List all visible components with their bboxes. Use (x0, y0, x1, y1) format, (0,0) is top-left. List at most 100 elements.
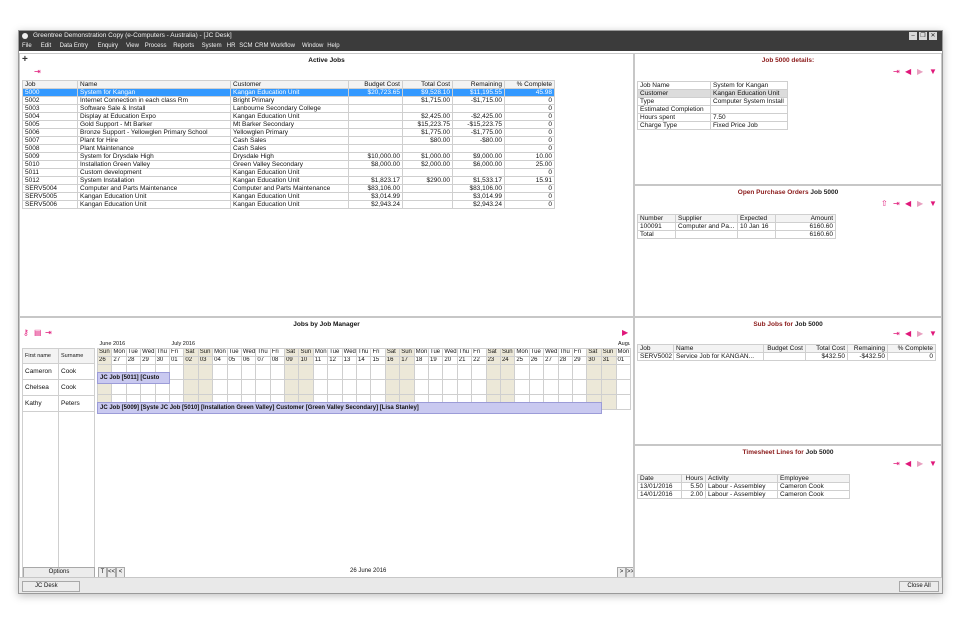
timesheet-row[interactable]: 13/01/2016 5.50 Labour - Assembley Cameron … (637, 482, 850, 491)
gantt-cell[interactable] (269, 379, 286, 395)
job-col-header[interactable]: Remaining (452, 80, 505, 89)
restore-button[interactable]: ❐ (919, 32, 927, 40)
timesheet-col-header[interactable]: Activity (705, 474, 778, 483)
gantt-cell[interactable] (197, 364, 214, 380)
gantt-cell[interactable] (183, 364, 199, 380)
gantt-cell[interactable] (543, 379, 559, 395)
menu-item-edit[interactable]: Edit (41, 41, 51, 51)
gantt-cell[interactable] (499, 364, 516, 380)
gantt-cell[interactable] (384, 379, 401, 395)
timesheet-row[interactable]: 14/01/2016 2.00 Labour - Assembley Cameron … (637, 490, 850, 499)
gantt-cell[interactable] (557, 379, 573, 395)
gantt-cell[interactable] (255, 379, 271, 395)
gantt-cell[interactable] (413, 379, 430, 395)
back-icon[interactable]: ◀ (905, 460, 911, 468)
gantt-cell[interactable] (356, 379, 372, 395)
back-icon[interactable]: ◀ (905, 200, 911, 208)
gantt-cell[interactable] (499, 379, 516, 395)
timesheet-col-header[interactable]: Employee (777, 474, 850, 483)
menu-item-scm[interactable]: SCM (239, 41, 252, 51)
subjob-row[interactable]: SERV5002 Service Job for KANGAN... $432.50… (637, 352, 936, 361)
gantt-cell[interactable] (284, 364, 300, 380)
job-col-header[interactable]: Total Cost (402, 80, 453, 89)
menu-item-process[interactable]: Process (145, 41, 167, 51)
gantt-cell[interactable] (600, 394, 617, 410)
menu-item-crm[interactable]: CRM (255, 41, 269, 51)
po-col-header[interactable]: Expected (737, 214, 776, 223)
gantt-cell[interactable] (485, 364, 501, 380)
export-icon[interactable]: ⇥ (893, 330, 900, 338)
forward-icon[interactable]: ▶ (917, 68, 923, 76)
gantt-cell[interactable] (226, 379, 242, 395)
subjob-col-header[interactable]: Total Cost (805, 344, 848, 353)
gantt-cell[interactable] (528, 364, 545, 380)
job-row[interactable]: SERV5004 Computer and Parts Maintenance Co… (22, 184, 555, 193)
job-row[interactable]: 5000 System for Kangan Kangan Education Un… (22, 88, 555, 97)
gantt-cell[interactable] (471, 364, 487, 380)
menu-item-data-entry[interactable]: Data Entry (60, 41, 88, 51)
collapse-icon[interactable]: ▼ (929, 200, 937, 208)
job-row[interactable]: 5003 Software Sale & Install Lanbourne Sec… (22, 104, 555, 113)
collapse-icon[interactable]: ▼ (929, 460, 937, 468)
gantt-cell[interactable] (399, 379, 415, 395)
gantt-cell[interactable] (240, 364, 257, 380)
gantt-cell[interactable] (427, 379, 444, 395)
gantt-cell[interactable] (586, 364, 602, 380)
gantt-cell[interactable] (514, 364, 530, 380)
gantt-bar-chelsea[interactable]: JC Job [5011] [Custo (97, 372, 170, 384)
jc-desk-tab[interactable]: JC Desk (22, 581, 80, 592)
manager-row[interactable]: Cameron Cook (22, 363, 95, 380)
gantt-cell[interactable] (327, 364, 343, 380)
gantt-cell[interactable] (399, 364, 415, 380)
job-row[interactable]: 5006 Bronze Support - Yellowglen Primary … (22, 128, 555, 137)
gantt-cell[interactable] (212, 379, 228, 395)
gantt-cell[interactable] (269, 364, 286, 380)
job-row[interactable]: SERV5006 Kangan Education Unit Kangan Educ… (22, 200, 555, 209)
export-icon[interactable]: ⇥ (893, 200, 900, 208)
forward-icon[interactable]: ▶ (917, 460, 923, 468)
gantt-cell[interactable] (586, 379, 602, 395)
export-icon[interactable]: ⇥ (34, 68, 41, 76)
gantt-cell[interactable] (456, 364, 473, 380)
gantt-cell[interactable] (485, 379, 501, 395)
menu-item-view[interactable]: View (126, 41, 139, 51)
menu-item-window[interactable]: Window (302, 41, 323, 51)
po-col-header[interactable]: Amount (775, 214, 836, 223)
gantt-cell[interactable] (442, 364, 458, 380)
gantt-cell[interactable] (615, 379, 631, 395)
gantt-cell[interactable] (226, 364, 242, 380)
gantt-cell[interactable] (615, 394, 631, 410)
gantt-cell[interactable] (312, 364, 329, 380)
export-icon[interactable]: ⇥ (893, 68, 900, 76)
gantt-cell[interactable] (514, 379, 530, 395)
gantt-cell[interactable] (442, 379, 458, 395)
key-icon[interactable]: ⚷ (23, 329, 29, 337)
minimize-button[interactable]: – (909, 32, 917, 40)
gantt-cell[interactable] (370, 364, 386, 380)
job-row[interactable]: 5010 Installation Green Valley Green Valle… (22, 160, 555, 169)
gantt-cell[interactable] (212, 364, 228, 380)
gantt-cell[interactable] (557, 364, 573, 380)
gantt-cell[interactable] (600, 379, 617, 395)
gantt-cell[interactable] (284, 379, 300, 395)
timesheet-col-header[interactable]: Hours (681, 474, 706, 483)
manager-row[interactable]: Chelsea Cook (22, 379, 95, 396)
expand-icon[interactable]: ▶ (622, 329, 628, 337)
gantt-bar-kathy[interactable]: JC Job [5009] [Syste JC Job [5010] [Inst… (97, 402, 602, 414)
gantt-cell[interactable] (197, 379, 214, 395)
gantt-cell[interactable] (298, 379, 314, 395)
gantt-cell[interactable] (427, 364, 444, 380)
gantt-cell[interactable] (341, 364, 358, 380)
gantt-cell[interactable] (255, 364, 271, 380)
subjob-col-header[interactable]: % Complete (887, 344, 936, 353)
po-col-header[interactable]: Supplier (675, 214, 738, 223)
gantt-cell[interactable] (341, 379, 358, 395)
gantt-cell[interactable] (543, 364, 559, 380)
menu-item-system[interactable]: System (202, 41, 222, 51)
job-row[interactable]: 5007 Plant for Hire Cash Sales $80.00 -$80.0… (22, 136, 555, 145)
menu-item-enquiry[interactable]: Enquiry (98, 41, 118, 51)
manager-row[interactable]: Kathy Peters (22, 395, 95, 412)
gantt-cell[interactable] (240, 379, 257, 395)
export-icon[interactable]: ⇥ (45, 329, 52, 337)
job-row[interactable]: 5004 Display at Education Expo Kangan Educ… (22, 112, 555, 121)
